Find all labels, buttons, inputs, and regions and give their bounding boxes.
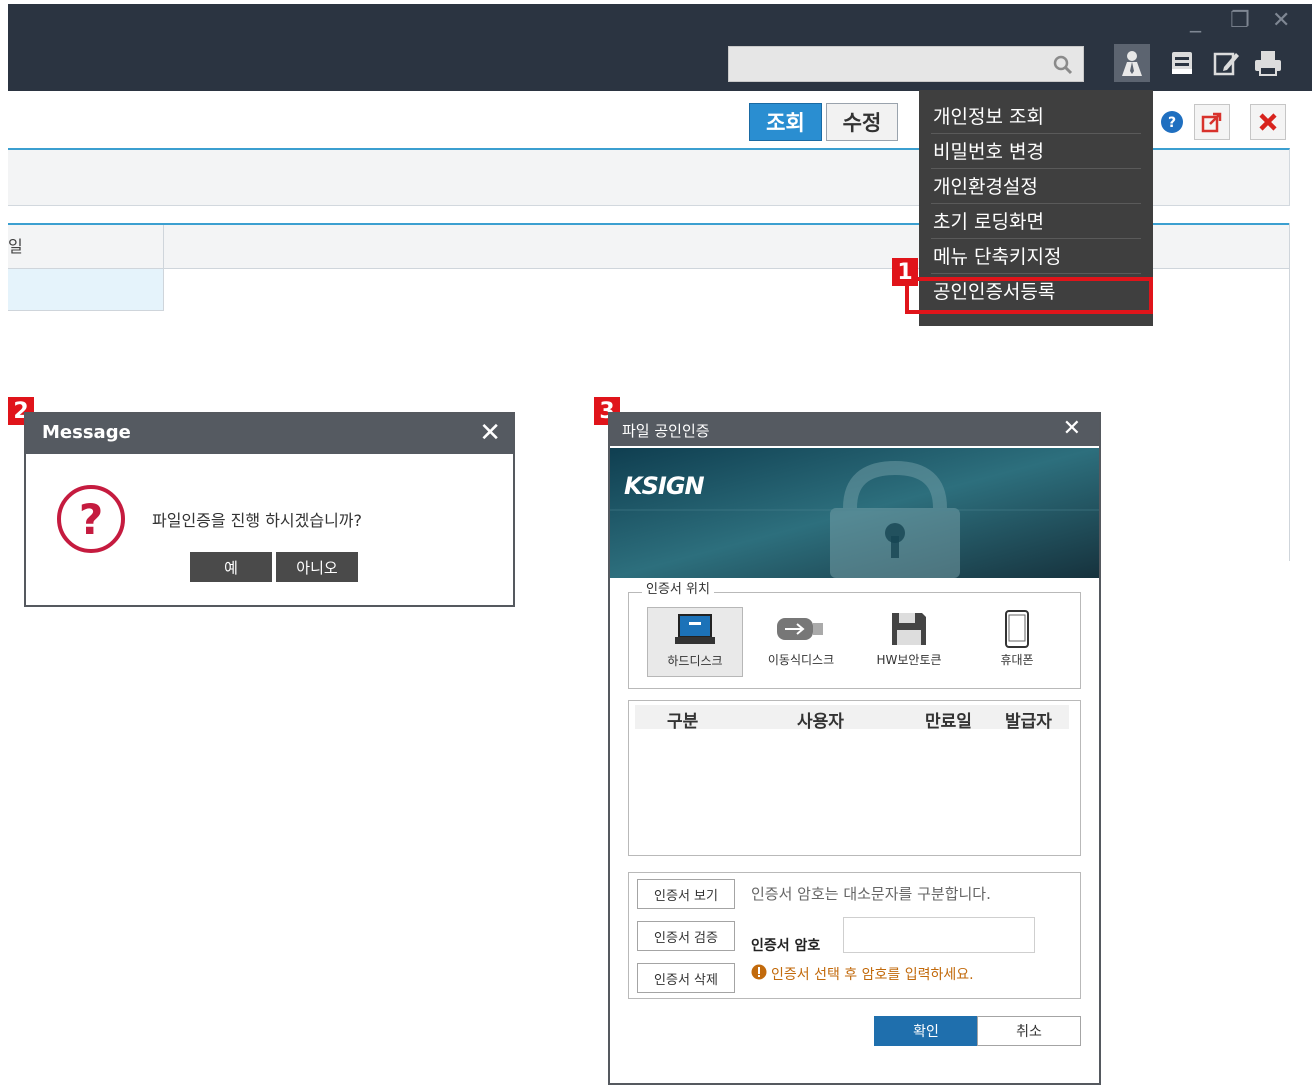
certificate-title: 파일 공인인증 (622, 422, 710, 440)
search-icon[interactable] (1051, 53, 1075, 77)
query-button[interactable]: 조회 (749, 103, 822, 141)
user-icon[interactable] (1114, 44, 1150, 82)
grid-column-header: 일 (8, 225, 164, 269)
popout-icon[interactable] (1194, 104, 1230, 140)
message-dialog: Message ✕ ? 파일인증을 진행 하시겠습니까? 예 아니오 (24, 412, 515, 607)
address-book-icon[interactable] (1164, 44, 1200, 82)
certificate-titlebar: 파일 공인인증 ✕ (610, 414, 1099, 446)
certificate-dialog: 파일 공인인증 ✕ KSIGN 하드디스크 이동식디스크 HW보안토큰 휴대폰 … (608, 412, 1101, 1085)
minimize-button[interactable]: _ (1190, 8, 1201, 33)
ok-button[interactable]: 확인 (874, 1016, 978, 1046)
question-icon: ? (57, 485, 125, 553)
column-header: 사용자 (797, 712, 844, 732)
close-window-button[interactable]: ✕ (1272, 8, 1290, 33)
ksign-banner (610, 448, 1099, 578)
password-input[interactable] (843, 917, 1035, 953)
warning-icon (751, 964, 767, 980)
cancel-button[interactable]: 취소 (977, 1016, 1081, 1046)
column-header: 구분 (667, 712, 699, 732)
certificate-list[interactable]: 구분 사용자 만료일 발급자 (628, 700, 1081, 856)
column-header: 만료일 (925, 712, 972, 732)
message-titlebar: Message ✕ (26, 414, 513, 454)
certificate-list-header: 구분 사용자 만료일 발급자 (635, 705, 1069, 732)
menu-item-change-password[interactable]: 비밀번호 변경 (931, 135, 1141, 169)
laptop-icon (648, 608, 742, 652)
close-icon[interactable] (1250, 104, 1286, 140)
certificate-close-button[interactable]: ✕ (1063, 416, 1081, 441)
location-label: 휴대폰 (1000, 653, 1034, 667)
location-label: HW보안토큰 (876, 653, 942, 667)
message-close-button[interactable]: ✕ (479, 418, 501, 448)
grid-border (1289, 223, 1290, 561)
view-certificate-button[interactable]: 인증서 보기 (637, 879, 735, 909)
floppy-icon (861, 607, 957, 651)
location-label: 하드디스크 (667, 654, 723, 668)
certificate-location-legend: 인증서 위치 (642, 578, 714, 597)
no-button[interactable]: 아니오 (276, 552, 358, 582)
case-sensitive-note: 인증서 암호는 대소문자를 구분합니다. (751, 885, 991, 903)
message-text: 파일인증을 진행 하시겠습니까? (152, 511, 363, 530)
help-icon[interactable]: ? (1154, 104, 1190, 140)
print-icon[interactable] (1250, 44, 1286, 82)
svg-text:?: ? (1168, 115, 1176, 131)
location-hw-token[interactable]: HW보안토큰 (861, 607, 957, 677)
phone-icon (969, 607, 1065, 651)
highlight-annotation (905, 277, 1153, 314)
ksign-logo: KSIGN (624, 472, 705, 500)
usb-icon (753, 607, 849, 651)
menu-item-initial-screen[interactable]: 초기 로딩화면 (931, 205, 1141, 239)
menu-item-personal-info[interactable]: 개인정보 조회 (931, 100, 1141, 134)
edit-icon[interactable] (1208, 44, 1244, 82)
search-input[interactable] (728, 46, 1084, 82)
column-header: 발급자 (1005, 712, 1052, 732)
password-hint: 인증서 선택 후 암호를 입력하세요. (771, 967, 974, 983)
password-group: 인증서 보기 인증서 검증 인증서 삭제 인증서 암호는 대소문자를 구분합니다… (628, 872, 1081, 999)
menu-item-preferences[interactable]: 개인환경설정 (931, 170, 1141, 204)
edit-button[interactable]: 수정 (826, 103, 898, 141)
grid-selected-cell[interactable] (8, 269, 164, 311)
message-title: Message (42, 422, 131, 443)
yes-button[interactable]: 예 (190, 552, 272, 582)
password-label: 인증서 암호 (751, 938, 821, 954)
verify-certificate-button[interactable]: 인증서 검증 (637, 921, 735, 951)
restore-button[interactable]: ❐ (1230, 8, 1250, 33)
delete-certificate-button[interactable]: 인증서 삭제 (637, 963, 735, 993)
location-removable-disk[interactable]: 이동식디스크 (753, 607, 849, 677)
menu-item-shortcut-keys[interactable]: 메뉴 단축키지정 (931, 240, 1141, 274)
svg-text:?: ? (79, 495, 103, 544)
step-badge-1: 1 (892, 258, 918, 286)
certificate-location-group: 하드디스크 이동식디스크 HW보안토큰 휴대폰 (628, 592, 1081, 689)
location-label: 이동식디스크 (767, 653, 835, 667)
location-mobile-phone[interactable]: 휴대폰 (969, 607, 1065, 677)
location-hard-disk[interactable]: 하드디스크 (647, 607, 743, 677)
